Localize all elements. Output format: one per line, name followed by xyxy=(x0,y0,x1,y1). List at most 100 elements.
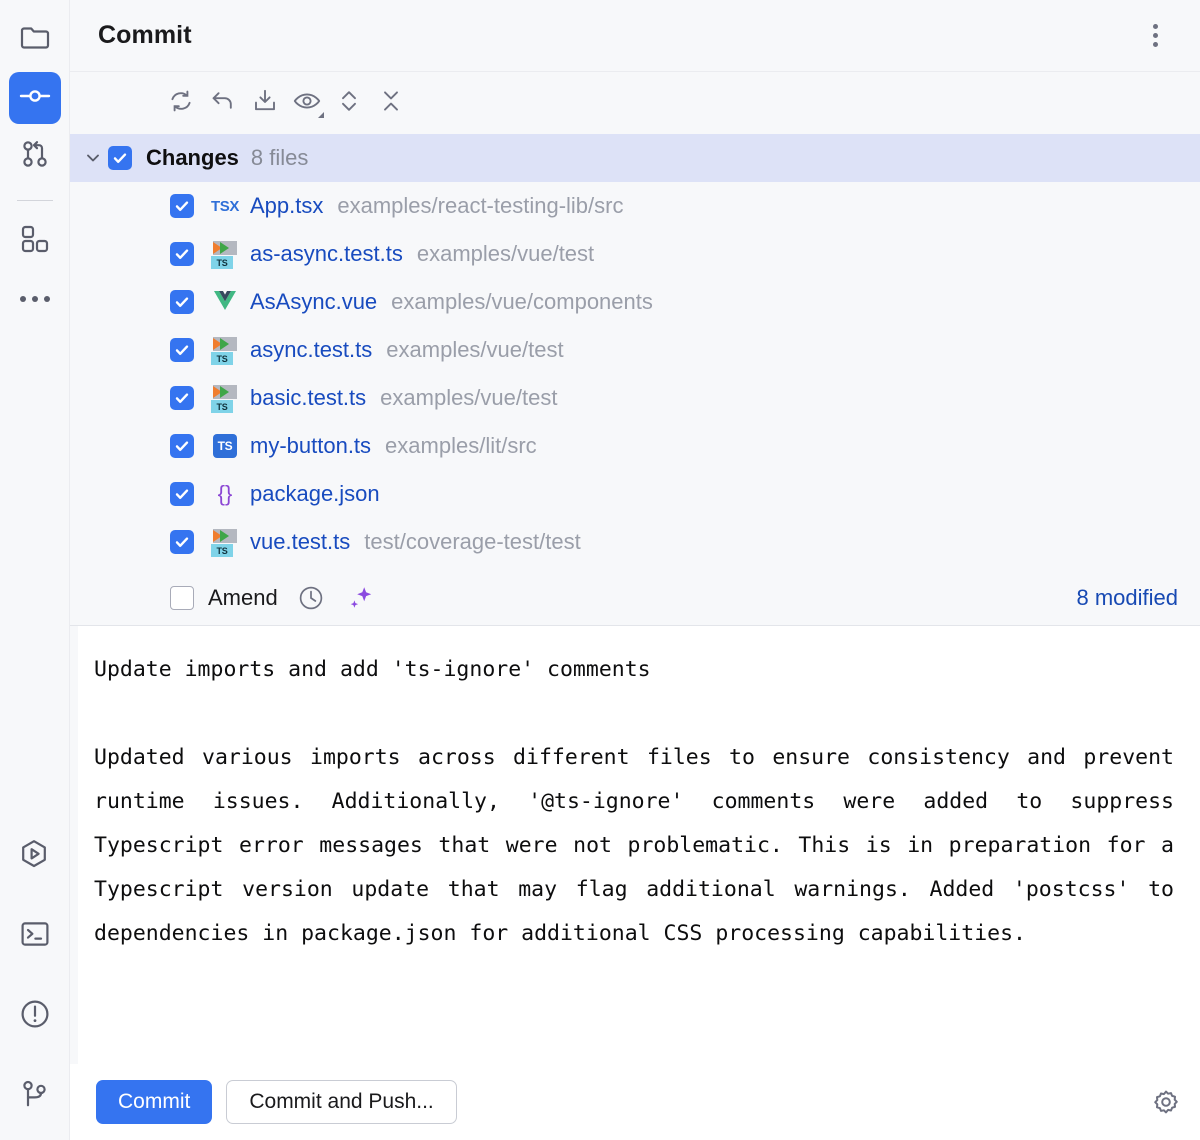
changes-tree: Changes 8 files TSX App.tsx examples/react… xyxy=(70,134,1200,570)
show-diff-preview-button[interactable] xyxy=(288,84,326,122)
changes-file-row[interactable]: {} package.json xyxy=(70,470,1200,518)
terminal-icon xyxy=(21,921,49,952)
file-name: vue.test.ts xyxy=(250,529,351,554)
changes-file-row[interactable]: TSX App.tsx examples/react-testing-lib/src xyxy=(70,182,1200,230)
vertical-dots-icon[interactable] xyxy=(1153,24,1158,47)
file-path: examples/react-testing-lib/src xyxy=(337,193,624,218)
header-actions xyxy=(1153,24,1178,47)
changes-toolbar xyxy=(70,72,1200,134)
file-checkbox[interactable] xyxy=(170,242,194,266)
rollback-button[interactable] xyxy=(204,84,242,122)
changes-group-row[interactable]: Changes 8 files xyxy=(70,134,1200,182)
panel-header: Commit xyxy=(70,0,1200,72)
file-path: examples/vue/test xyxy=(416,241,595,266)
vue-file-icon xyxy=(210,287,240,317)
gear-icon[interactable] xyxy=(1152,1088,1180,1116)
plugins-grid-icon xyxy=(21,225,49,258)
refresh-changes-button[interactable] xyxy=(162,84,200,122)
chevron-dropdown-icon xyxy=(318,112,324,118)
commit-footer: Commit Commit and Push... xyxy=(70,1064,1200,1140)
amend-bar: Amend 8 modified xyxy=(70,570,1200,626)
commit-message-blank-line xyxy=(94,692,1174,736)
commit-tool-window: Commit Changes 8 files TSX App.tsx examp… xyxy=(0,0,1200,1140)
commit-node-icon xyxy=(19,86,51,111)
changes-file-row[interactable]: TS async.test.ts examples/vue/test xyxy=(70,326,1200,374)
sidebar-item-project-folder[interactable] xyxy=(9,14,61,66)
file-path: test/coverage-test/test xyxy=(364,529,581,554)
modified-count-link[interactable]: 8 modified xyxy=(1076,585,1178,611)
commit-button[interactable]: Commit xyxy=(96,1080,213,1124)
file-checkbox[interactable] xyxy=(170,194,194,218)
update-project-button[interactable] xyxy=(246,84,284,122)
activity-bar-bottom-group xyxy=(9,830,61,1140)
changes-group-count: 8 files xyxy=(250,145,309,170)
ts-test-file-icon: TS xyxy=(210,383,240,413)
warning-circle-icon xyxy=(20,999,50,1034)
git-branch-icon xyxy=(21,1079,49,1114)
ts-test-file-icon: TS xyxy=(210,239,240,269)
file-checkbox[interactable] xyxy=(170,290,194,314)
sidebar-item-plugins[interactable] xyxy=(9,215,61,267)
changes-file-row[interactable]: TS as-async.test.ts examples/vue/test xyxy=(70,230,1200,278)
commit-panel: Commit Changes 8 files TSX App.tsx examp… xyxy=(70,0,1200,1140)
eye-icon xyxy=(293,90,321,117)
more-dots-icon xyxy=(19,296,50,302)
commit-message-body: Updated various imports across different… xyxy=(94,745,1187,946)
chevron-up-down-icon xyxy=(338,88,360,119)
collapse-all-icon xyxy=(380,88,402,119)
file-name: my-button.ts xyxy=(250,433,372,458)
file-path: examples/vue/components xyxy=(391,289,653,314)
expand-collapse-button[interactable] xyxy=(330,84,368,122)
activity-bar xyxy=(0,0,70,1140)
sidebar-item-terminal[interactable] xyxy=(9,910,61,962)
collapse-all-button[interactable] xyxy=(372,84,410,122)
sidebar-item-git-branches[interactable] xyxy=(9,1070,61,1122)
file-name: AsAsync.vue xyxy=(250,289,378,314)
ts-test-file-icon: TS xyxy=(210,527,240,557)
changes-group-label: Changes xyxy=(146,145,239,170)
sidebar-item-more-tool-windows[interactable] xyxy=(9,273,61,325)
file-checkbox[interactable] xyxy=(170,434,194,458)
changes-file-row[interactable]: TS basic.test.ts examples/vue/test xyxy=(70,374,1200,422)
file-name: package.json xyxy=(250,481,380,506)
amend-label: Amend xyxy=(208,584,278,610)
ts-file-icon: TS xyxy=(210,431,240,461)
file-path: examples/vue/test xyxy=(380,385,558,410)
commit-message-subject: Update imports and add 'ts-ignore' comme… xyxy=(94,657,651,682)
download-update-icon xyxy=(252,88,278,119)
file-checkbox[interactable] xyxy=(170,386,194,410)
amend-checkbox[interactable] xyxy=(170,585,194,610)
file-checkbox[interactable] xyxy=(170,482,194,506)
ai-sparkle-icon[interactable] xyxy=(346,584,374,612)
file-name: App.tsx xyxy=(250,193,324,218)
sidebar-item-run[interactable] xyxy=(9,830,61,882)
commit-message-editor[interactable]: Update imports and add 'ts-ignore' comme… xyxy=(70,626,1200,1064)
file-name: as-async.test.ts xyxy=(250,241,403,266)
page-title: Commit xyxy=(98,21,192,49)
clock-history-icon[interactable] xyxy=(298,585,324,611)
file-checkbox[interactable] xyxy=(170,530,194,554)
file-path: examples/vue/test xyxy=(386,337,564,362)
folder-icon xyxy=(20,25,50,56)
changes-group-checkbox[interactable] xyxy=(108,146,132,170)
file-checkbox[interactable] xyxy=(170,338,194,362)
changes-file-row[interactable]: AsAsync.vue examples/vue/components xyxy=(70,278,1200,326)
pull-request-icon xyxy=(20,139,50,174)
rollback-undo-icon xyxy=(210,88,236,119)
file-name: async.test.ts xyxy=(250,337,373,362)
refresh-icon xyxy=(168,88,194,119)
sidebar-item-problems[interactable] xyxy=(9,990,61,1042)
file-name: basic.test.ts xyxy=(250,385,367,410)
tsx-file-icon: TSX xyxy=(211,197,239,215)
sidebar-item-pull-requests[interactable] xyxy=(9,130,61,182)
file-path: examples/lit/src xyxy=(385,433,537,458)
sidebar-divider xyxy=(16,200,53,201)
commit-and-push-button[interactable]: Commit and Push... xyxy=(226,1080,457,1124)
json-file-icon: {} xyxy=(217,481,233,506)
sidebar-item-commit[interactable] xyxy=(8,72,61,124)
changes-file-list: TSX App.tsx examples/react-testing-lib/src… xyxy=(70,182,1200,566)
changes-file-row[interactable]: TS vue.test.ts test/coverage-test/test xyxy=(70,518,1200,566)
ts-test-file-icon: TS xyxy=(210,335,240,365)
chevron-down-icon[interactable] xyxy=(78,148,108,168)
changes-file-row[interactable]: TS my-button.ts examples/lit/src xyxy=(70,422,1200,470)
